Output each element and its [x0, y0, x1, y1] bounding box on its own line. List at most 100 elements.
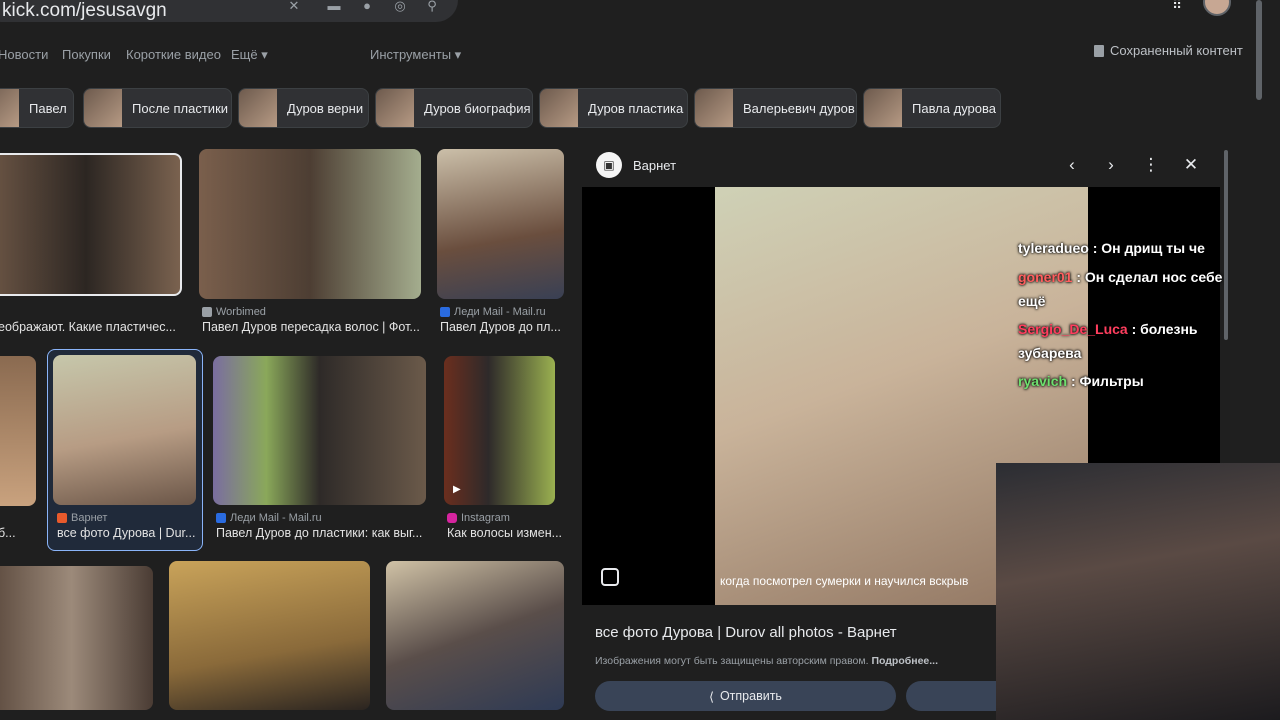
result-source: Леди Mail - Mail.ru	[216, 512, 322, 524]
chat-username: tyleradueo	[1018, 240, 1089, 256]
chat-message: ryavich : Фильтры	[1018, 373, 1144, 389]
search-icon[interactable]: ⚲	[425, 0, 439, 12]
result-caption[interactable]: Как волосы измен...	[447, 526, 562, 540]
chip-pavla-durova[interactable]: Павла дурова	[863, 88, 1001, 128]
chip-label: Валерьевич дуров	[743, 100, 855, 116]
webcam-overlay	[996, 463, 1280, 720]
result-source: Варнет	[57, 512, 107, 524]
source-name: Worbimed	[216, 306, 266, 318]
chat-text: : болезнь	[1131, 321, 1198, 337]
video-play-icon: ▶	[453, 484, 461, 495]
chip-durov-surgery[interactable]: Дуров пластика	[539, 88, 688, 128]
chip-thumbnail	[0, 89, 19, 127]
tab-news[interactable]: Новости	[0, 47, 48, 62]
saved-content-link[interactable]: Сохраненный контент	[1094, 43, 1243, 58]
source-favicon-icon	[57, 513, 67, 523]
result-image[interactable]	[437, 149, 564, 299]
source-name: Леди Mail - Mail.ru	[230, 512, 322, 524]
learn-more-link[interactable]: Подробнее...	[871, 655, 938, 667]
result-source: Worbimed	[202, 306, 266, 318]
mic-icon[interactable]: ●	[360, 0, 374, 12]
result-caption[interactable]: Павел Дуров пересадка волос | Фот...	[202, 320, 422, 334]
chip-thumbnail	[540, 89, 578, 127]
bookmark-icon	[1094, 44, 1104, 57]
chip-label: Павел	[29, 100, 67, 116]
chat-username: goner01	[1018, 269, 1073, 285]
result-source: Леди Mail - Mail.ru	[440, 306, 546, 318]
result-image[interactable]	[213, 356, 426, 505]
chip-thumbnail	[695, 89, 733, 127]
copyright-note: Изображения могут быть защищены авторски…	[595, 655, 938, 667]
apps-grid-icon[interactable]: ⠿	[1172, 0, 1188, 11]
chat-text: ещё	[1018, 293, 1046, 309]
lens-icon[interactable]: ◎	[393, 0, 407, 12]
visual-search-icon[interactable]	[601, 568, 619, 586]
chat-text: : Он сделал нос себе	[1076, 269, 1223, 285]
result-source: Instagram	[447, 512, 510, 524]
result-image[interactable]	[199, 149, 421, 299]
saved-content-label: Сохраненный контент	[1110, 43, 1243, 58]
prev-icon[interactable]: ‹	[1062, 155, 1082, 175]
chip-label: После пластики	[132, 100, 229, 116]
tab-short-videos[interactable]: Короткие видео	[126, 47, 221, 62]
chip-thumbnail	[84, 89, 122, 127]
result-caption[interactable]: Павел Дуров до пл...	[440, 320, 565, 334]
chip-pavel[interactable]: Павел	[0, 88, 74, 128]
chip-valerievich-durov[interactable]: Валерьевич дуров	[694, 88, 857, 128]
panel-source-name[interactable]: Варнет	[633, 158, 676, 173]
result-image[interactable]	[169, 561, 370, 710]
more-options-icon[interactable]: ⋮	[1141, 155, 1161, 175]
chip-thumbnail	[376, 89, 414, 127]
chat-message: tyleradueo : Он дрищ ты че	[1018, 240, 1205, 256]
source-name: Леди Mail - Mail.ru	[454, 306, 546, 318]
chip-thumbnail	[239, 89, 277, 127]
tab-more[interactable]: Ещё ▾	[231, 47, 268, 63]
chip-durov-return[interactable]: Дуров верни	[238, 88, 369, 128]
panel-scrollbar[interactable]	[1224, 150, 1228, 340]
source-logo-icon: ▣	[596, 152, 622, 178]
chat-text: зубарева	[1018, 345, 1082, 361]
preview-image-subtitle: когда посмотрел сумерки и научился вскры…	[720, 574, 969, 588]
share-button[interactable]: ⟨ Отправить	[595, 681, 896, 711]
page-scrollbar[interactable]	[1256, 0, 1262, 100]
result-image[interactable]	[444, 356, 555, 505]
panel-title[interactable]: все фото Дурова | Durov all photos - Вар…	[595, 624, 897, 641]
result-caption[interactable]: Павел Дуров до пластики: как выг...	[216, 526, 428, 540]
result-image[interactable]	[0, 153, 182, 296]
result-image[interactable]	[386, 561, 564, 710]
source-favicon-icon	[440, 307, 450, 317]
copyright-text: Изображения могут быть защищены авторски…	[595, 655, 869, 667]
tab-tools[interactable]: Инструменты ▾	[370, 47, 461, 63]
chat-username: ryavich	[1018, 373, 1068, 389]
chat-text: : Он дрищ ты че	[1092, 240, 1205, 256]
chat-username: Sergio_De_Luca	[1018, 321, 1128, 337]
result-image[interactable]	[0, 356, 36, 506]
chip-label: Дуров биография	[424, 100, 531, 116]
keyboard-icon[interactable]: ▬	[327, 0, 341, 12]
close-icon[interactable]: ✕	[1181, 155, 1201, 175]
result-caption[interactable]: б...	[0, 526, 34, 540]
search-input[interactable]: kick.com/jesusavgn	[2, 0, 167, 22]
source-favicon-icon	[447, 513, 457, 523]
clear-icon[interactable]: ✕	[287, 0, 301, 12]
source-favicon-icon	[216, 513, 226, 523]
share-label: Отправить	[719, 689, 782, 703]
tab-shopping[interactable]: Покупки	[62, 47, 111, 62]
result-image[interactable]	[53, 355, 196, 505]
chip-thumbnail	[864, 89, 902, 127]
chat-message-continued: ещё	[1018, 293, 1045, 309]
result-caption[interactable]: все фото Дурова | Dur...	[57, 526, 197, 540]
result-caption[interactable]: еображают. Какие пластичес...	[0, 320, 180, 334]
source-name: Варнет	[71, 512, 108, 524]
chat-message: goner01 : Он сделал нос себе	[1018, 269, 1222, 285]
share-icon: ⟨	[709, 689, 714, 704]
source-name: Instagram	[461, 512, 510, 524]
source-favicon-icon	[202, 307, 212, 317]
next-icon[interactable]: ›	[1101, 155, 1121, 175]
result-image[interactable]	[0, 566, 153, 710]
chip-label: Павла дурова	[912, 100, 996, 116]
account-avatar[interactable]	[1203, 0, 1231, 16]
chip-after-surgery[interactable]: После пластики	[83, 88, 232, 128]
chip-durov-biography[interactable]: Дуров биография	[375, 88, 533, 128]
chip-label: Дуров верни	[287, 100, 364, 116]
